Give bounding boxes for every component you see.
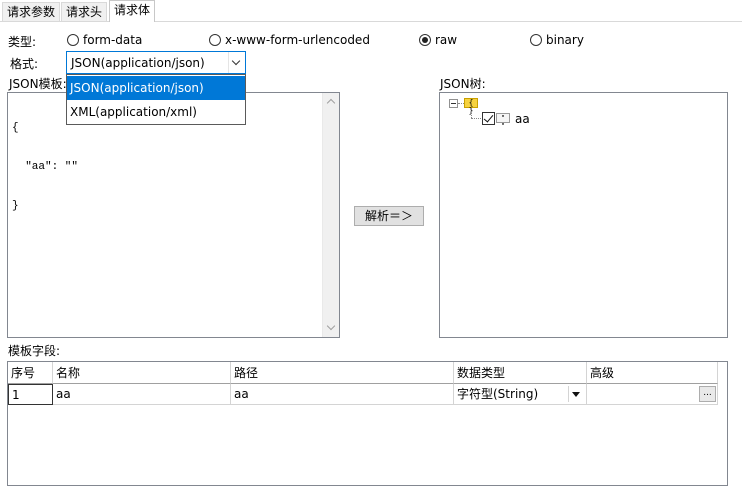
scroll-down-icon[interactable]	[323, 320, 340, 337]
column-header-advanced[interactable]: 高级	[587, 362, 718, 384]
cell-advanced: ...	[587, 384, 718, 405]
dropdown-arrow-icon[interactable]	[568, 386, 584, 402]
tree-connector	[471, 118, 481, 119]
format-select-value: JSON(application/json)	[71, 56, 205, 70]
cell-type-value: 字符型(String)	[457, 387, 539, 401]
json-line: "aa": ""	[12, 161, 79, 173]
cell-type-select[interactable]: 字符型(String)	[454, 384, 587, 405]
column-header-type[interactable]: 数据类型	[454, 362, 587, 384]
format-label: 格式:	[10, 57, 39, 71]
radio-x-www-form-urlencoded[interactable]	[209, 34, 221, 46]
node-checkbox[interactable]	[482, 112, 495, 125]
radio-form-data[interactable]	[67, 34, 79, 46]
advanced-ellipsis-button[interactable]: ...	[699, 386, 716, 402]
radio-binary-label[interactable]: binary	[546, 33, 584, 47]
chevron-down-icon[interactable]	[228, 52, 245, 73]
json-tree-label: JSON树:	[440, 77, 486, 91]
cell-name[interactable]: aa	[53, 384, 231, 405]
collapse-icon[interactable]	[449, 99, 458, 108]
json-template-label: JSON模板:	[9, 77, 67, 91]
cell-index[interactable]: 1	[8, 384, 53, 405]
json-string-icon: " "	[496, 113, 510, 130]
column-header-name[interactable]: 名称	[53, 362, 231, 384]
tab-request-params[interactable]: 请求参数	[2, 2, 61, 21]
column-header-path[interactable]: 路径	[231, 362, 454, 384]
tree-connector	[471, 108, 472, 118]
radio-binary[interactable]	[530, 34, 542, 46]
tab-label: 请求头	[66, 5, 103, 19]
format-option-json[interactable]: JSON(application/json)	[67, 76, 245, 100]
parse-button[interactable]: 解析＝＞	[354, 206, 424, 226]
format-option-xml[interactable]: XML(application/xml)	[67, 100, 245, 124]
cell-path[interactable]: aa	[231, 384, 454, 405]
tab-label: 请求参数	[7, 5, 56, 19]
template-fields-grid: 序号 名称 路径 数据类型 高级 1 aa aa 字符型(String) ...	[7, 361, 728, 486]
radio-x-www-form-urlencoded-label[interactable]: x-www-form-urlencoded	[225, 33, 370, 47]
template-fields-label: 模板字段:	[8, 344, 61, 358]
tree-node-label[interactable]: aa	[515, 112, 530, 126]
tab-label: 请求体	[114, 3, 151, 17]
json-template-scrollbar[interactable]	[322, 93, 339, 337]
format-select[interactable]: JSON(application/json)	[66, 51, 246, 74]
json-object-icon: { }	[464, 98, 478, 115]
radio-raw[interactable]	[419, 34, 431, 46]
radio-raw-label[interactable]: raw	[435, 33, 457, 47]
type-label: 类型:	[8, 35, 37, 49]
radio-form-data-label[interactable]: form-data	[83, 33, 142, 47]
scroll-up-icon[interactable]	[323, 93, 340, 110]
column-header-index[interactable]: 序号	[8, 362, 53, 384]
tab-request-headers[interactable]: 请求头	[61, 2, 108, 21]
json-tree-panel: { } " " aa	[439, 92, 728, 338]
json-template-editor[interactable]: { "aa": "" }	[7, 92, 340, 338]
tab-request-body[interactable]: 请求体	[109, 0, 156, 22]
format-dropdown-list: JSON(application/json) XML(application/x…	[66, 74, 246, 125]
json-line: }	[12, 200, 19, 212]
